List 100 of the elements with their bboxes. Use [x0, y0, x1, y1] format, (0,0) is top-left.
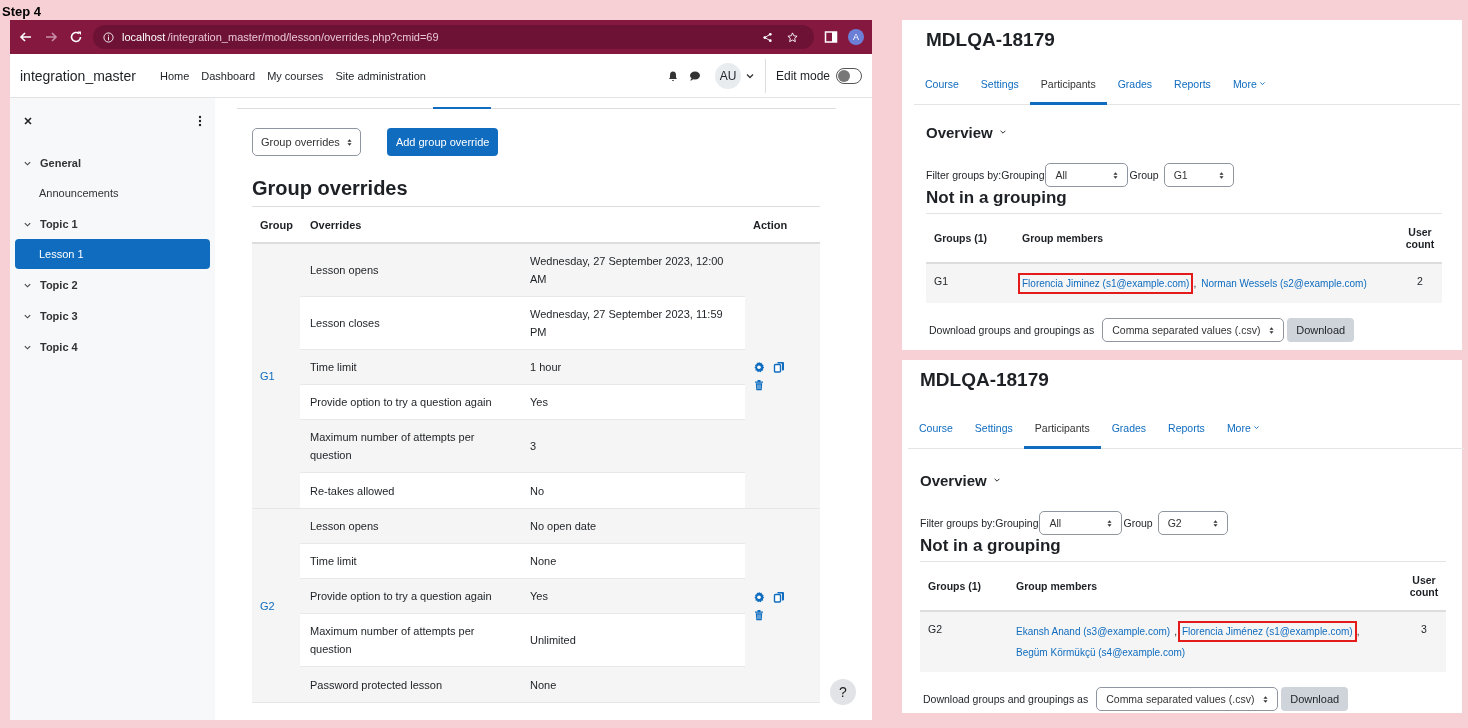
settings-icon[interactable]: [753, 590, 765, 603]
course-tab[interactable]: Grades: [1106, 65, 1164, 105]
page-heading: Group overrides: [252, 176, 409, 201]
section-link[interactable]: Topic 3: [40, 310, 78, 322]
activity-link[interactable]: Announcements: [15, 178, 210, 208]
group-select[interactable]: G2: [1157, 511, 1228, 535]
filter-label: Filter groups by:Grouping: [926, 169, 1045, 181]
sidebar-toggle-icon[interactable]: [823, 29, 839, 45]
nav-link[interactable]: My courses: [267, 69, 324, 82]
section-link[interactable]: Topic 2: [40, 279, 78, 291]
column-header: Overrides: [309, 218, 363, 231]
sort-icon: [1107, 518, 1113, 528]
overview-heading[interactable]: Overview: [926, 123, 993, 141]
profile-avatar[interactable]: A: [848, 29, 864, 45]
table-cell-text: G2: [927, 622, 943, 637]
grouping-select[interactable]: All: [1045, 163, 1129, 187]
table-cell-text: No open date: [529, 519, 598, 534]
overview-heading[interactable]: Overview: [920, 471, 987, 489]
download-button[interactable]: Download: [1287, 318, 1355, 342]
nav-link[interactable]: Home: [159, 69, 190, 82]
column-header: Group members: [1022, 232, 1105, 244]
course-tab[interactable]: More: [1215, 409, 1271, 449]
group-link[interactable]: G1: [260, 370, 275, 382]
kebab-menu-icon[interactable]: [198, 115, 202, 127]
delete-icon[interactable]: [753, 379, 765, 391]
sort-icon: [1212, 518, 1218, 528]
course-tab[interactable]: Reports: [1157, 409, 1216, 449]
user-avatar[interactable]: AU: [714, 62, 741, 89]
chevron-down-icon[interactable]: [992, 476, 1001, 484]
activity-link[interactable]: Lesson 1: [15, 239, 210, 269]
format-select[interactable]: Comma separated values (.csv): [1102, 318, 1285, 342]
override-select[interactable]: Group overrides: [252, 128, 361, 156]
copy-icon[interactable]: [773, 590, 785, 603]
grouping-select[interactable]: All: [1039, 511, 1123, 535]
table-cell-text: None: [529, 554, 558, 569]
copy-icon[interactable]: [773, 361, 785, 373]
group-label: Group: [1123, 517, 1153, 529]
site-name[interactable]: integration_master: [20, 67, 136, 84]
edit-mode-toggle[interactable]: [836, 67, 862, 84]
reload-icon[interactable]: [68, 29, 84, 45]
delete-icon[interactable]: [753, 608, 765, 621]
section-link[interactable]: Topic 4: [40, 341, 78, 353]
group-link[interactable]: G2: [260, 599, 275, 612]
member-link[interactable]: Ekansh Anand (s3@example.com): [1012, 621, 1175, 642]
course-tab[interactable]: Course: [908, 409, 964, 449]
nav-link[interactable]: Site administration: [335, 69, 426, 82]
course-tab[interactable]: Participants: [1023, 409, 1101, 449]
table-cell-text: Lesson opens: [309, 519, 380, 534]
separator-text: ,: [1174, 626, 1177, 637]
course-tab[interactable]: More: [1221, 65, 1277, 105]
separator-text: ,: [1193, 278, 1197, 289]
table-cell-text: Re-takes allowed: [309, 483, 396, 499]
separator-text: ,: [1356, 626, 1360, 637]
group-select[interactable]: G1: [1163, 163, 1234, 187]
column-header: Group members: [1016, 580, 1099, 592]
course-tab[interactable]: Settings: [963, 409, 1024, 449]
section-link[interactable]: General: [40, 157, 81, 169]
section-heading: Not in a grouping: [920, 535, 1062, 557]
nav-link[interactable]: Dashboard: [201, 69, 256, 82]
section-link[interactable]: Topic 1: [40, 218, 78, 230]
table-cell-text: G1: [933, 274, 949, 289]
member-link[interactable]: Begüm Körmükçü (s4@example.com): [1012, 642, 1190, 663]
edit-mode-label: Edit mode: [775, 68, 830, 83]
add-override-button[interactable]: Add group override: [386, 128, 499, 156]
course-tab[interactable]: Grades: [1100, 409, 1158, 449]
help-button[interactable]: ?: [830, 679, 856, 705]
table-cell-text: Maximum number of attempts per question: [309, 430, 476, 463]
member-link[interactable]: Florencia Jiménez (s1@example.com): [1177, 621, 1357, 642]
course-tab[interactable]: Settings: [969, 65, 1030, 105]
column-header: Groups (1): [933, 232, 989, 244]
section-heading: Not in a grouping: [926, 187, 1068, 209]
settings-icon[interactable]: [753, 361, 765, 373]
download-button[interactable]: Download: [1281, 687, 1349, 711]
course-title: MDLQA-18179: [920, 368, 1050, 391]
column-header: Groups (1): [927, 580, 983, 592]
course-title: MDLQA-18179: [926, 28, 1056, 51]
chat-icon[interactable]: [688, 69, 701, 82]
chevron-down-icon: [1258, 80, 1266, 87]
format-select[interactable]: Comma separated values (.csv): [1096, 687, 1279, 711]
bell-icon[interactable]: [666, 69, 679, 82]
table-cell-text: 3: [1420, 622, 1428, 637]
column-header: Group: [259, 218, 294, 231]
course-tab[interactable]: Reports: [1163, 65, 1222, 105]
member-link[interactable]: Norman Wessels (s2@example.com): [1197, 273, 1371, 294]
address-bar[interactable]: localhost /integration_master/mod/lesson/overrides.php?cmid=69: [93, 25, 814, 49]
chevron-down-icon[interactable]: [998, 128, 1007, 136]
course-tab[interactable]: Course: [914, 65, 970, 105]
course-tab[interactable]: Participants: [1029, 65, 1107, 105]
member-link[interactable]: Florencia Jiminez (s1@example.com): [1018, 273, 1194, 294]
filter-label: Filter groups by:Grouping: [920, 517, 1039, 529]
close-icon[interactable]: [23, 116, 33, 126]
group-label: Group: [1129, 169, 1159, 181]
star-icon[interactable]: [787, 31, 798, 43]
table-cell-text: 2: [1416, 274, 1424, 289]
table-cell-text: Maximum number of attempts per question: [309, 624, 476, 657]
share-icon[interactable]: [762, 31, 773, 43]
table-cell-text: Time limit: [309, 360, 358, 375]
table-cell-text: Lesson closes: [309, 316, 381, 331]
column-header: User count: [1404, 226, 1436, 250]
table-cell-text: Provide option to try a question again: [309, 589, 493, 604]
